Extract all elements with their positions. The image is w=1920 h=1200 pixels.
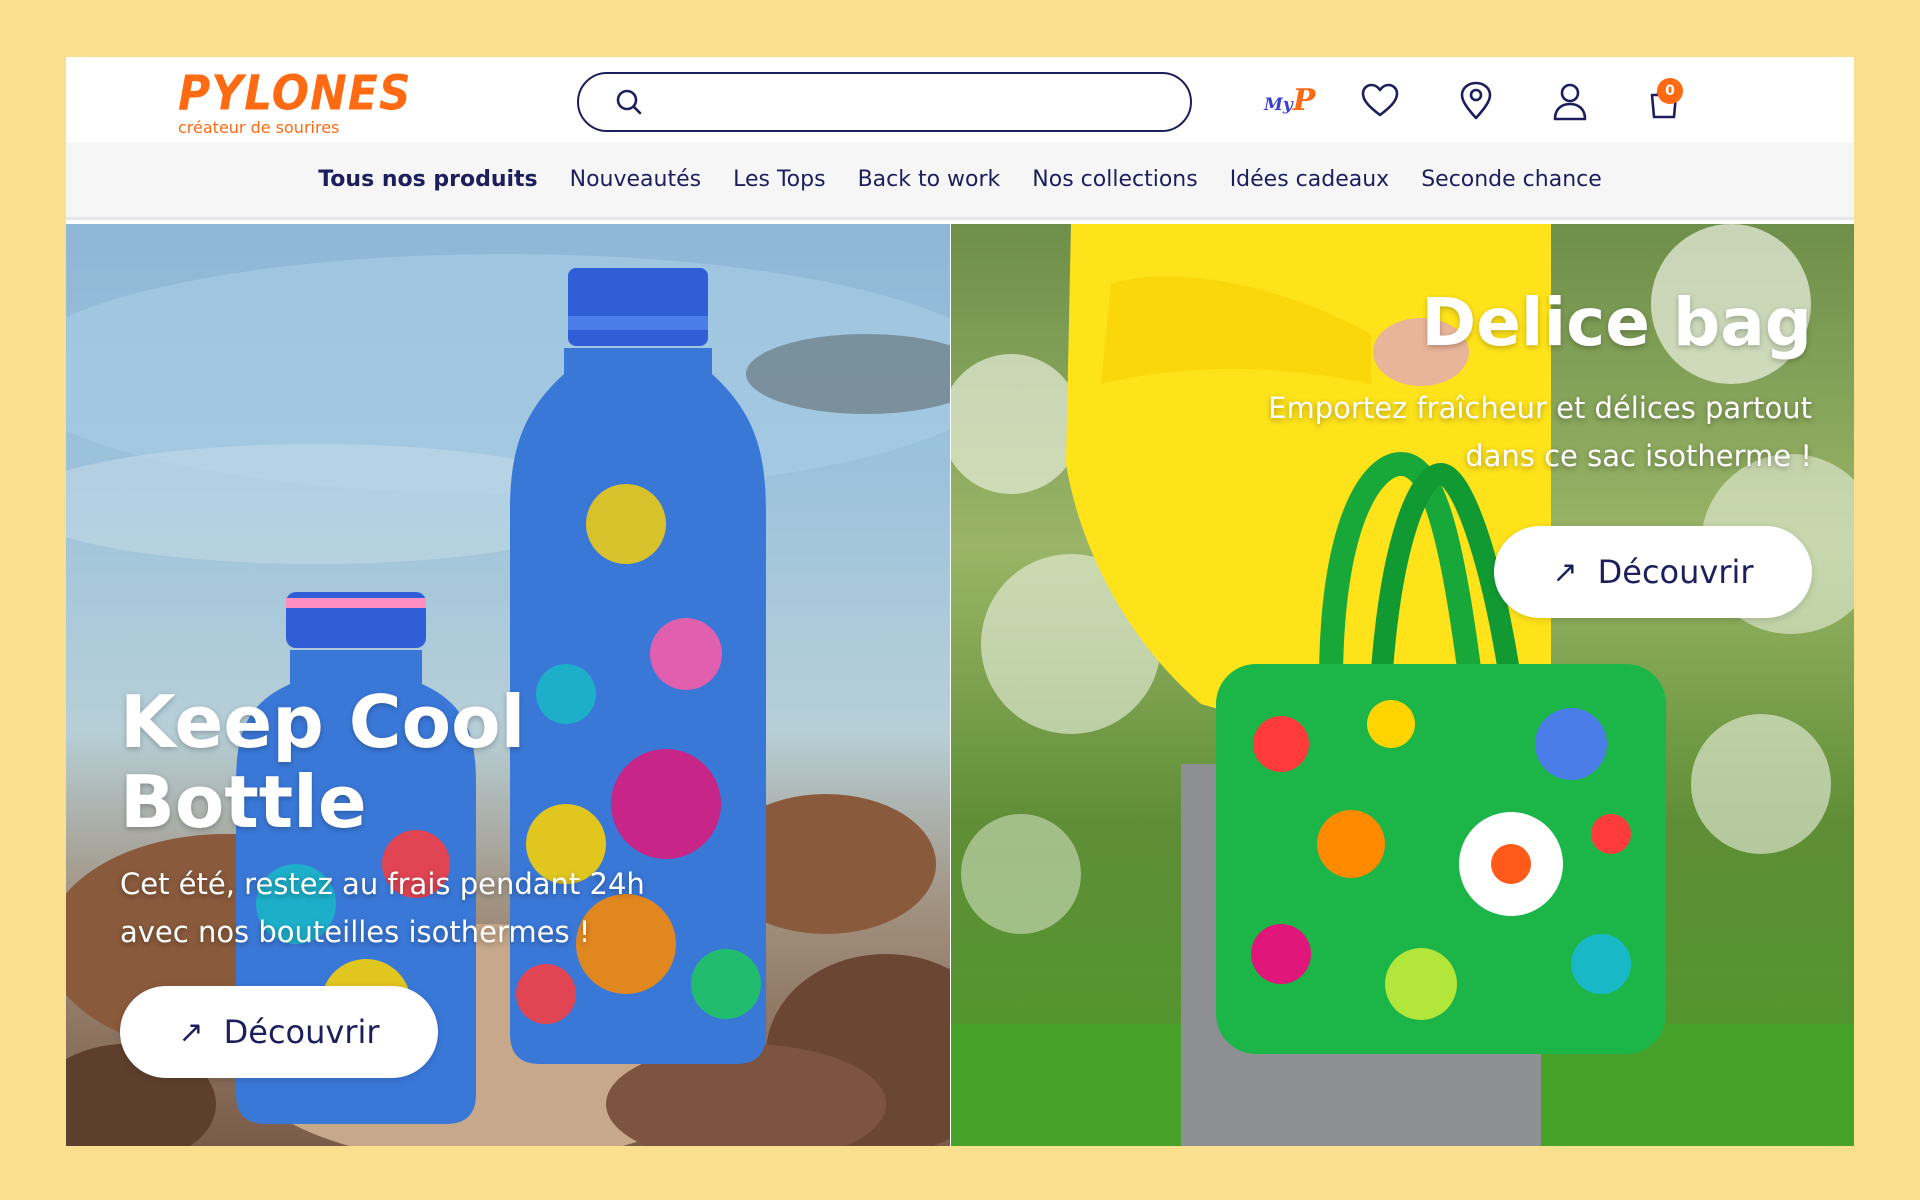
myp-logo-p: P — [1292, 83, 1316, 118]
user-icon[interactable] — [1550, 81, 1590, 121]
cart-count-badge: 0 — [1657, 78, 1683, 104]
nav-item-second-chance[interactable]: Seconde chance — [1421, 167, 1602, 192]
heart-icon[interactable] — [1360, 81, 1400, 121]
page-frame: PYLONES créateur de sourires MyP 0 Tous … — [66, 57, 1854, 1146]
arrow-up-right-icon: ↗ — [1552, 554, 1578, 590]
nav-item-back-to-work[interactable]: Back to work — [858, 167, 1001, 192]
brand-name: PYLONES — [178, 65, 412, 122]
discover-button[interactable]: ↗ Découvrir — [1494, 526, 1812, 618]
banner-subtitle-line1: Emportez fraîcheur et délices partout — [1268, 391, 1812, 425]
banner-delice-bag[interactable]: Delice bag Emportez fraîcheur et délices… — [951, 224, 1854, 1146]
banner-title-line1: Keep Cool — [120, 680, 526, 764]
discover-button-label: Découvrir — [223, 1013, 380, 1051]
nav-item-tops[interactable]: Les Tops — [733, 167, 825, 192]
nav-item-new[interactable]: Nouveautés — [570, 167, 701, 192]
nav-item-all-products[interactable]: Tous nos produits — [318, 167, 537, 192]
banner-title: Delice bag — [1421, 284, 1812, 361]
brand-logo[interactable]: PYLONES créateur de sourires — [178, 65, 412, 137]
search-bar[interactable] — [577, 72, 1192, 132]
location-icon[interactable] — [1456, 81, 1496, 121]
banner-subtitle-line1: Cet été, restez au frais pendant 24h — [120, 867, 645, 901]
arrow-up-right-icon: ↗ — [178, 1014, 204, 1050]
discover-button-label: Découvrir — [1597, 553, 1754, 591]
header: PYLONES créateur de sourires MyP 0 — [66, 57, 1854, 142]
search-input[interactable] — [657, 90, 1190, 114]
myp-logo-m: My — [1264, 95, 1293, 115]
banner-subtitle-line2: avec nos bouteilles isothermes ! — [120, 915, 591, 949]
bag-photo — [951, 224, 1854, 1146]
banner-subtitle-line2: dans ce sac isotherme ! — [1465, 439, 1812, 473]
nav-item-collections[interactable]: Nos collections — [1032, 167, 1197, 192]
banner-title-line2: Bottle — [120, 760, 367, 844]
main-nav: Tous nos produits Nouveautés Les Tops Ba… — [66, 142, 1854, 220]
myp-logo[interactable]: MyP — [1264, 83, 1315, 118]
discover-button[interactable]: ↗ Découvrir — [120, 986, 438, 1078]
nav-item-gift-ideas[interactable]: Idées cadeaux — [1230, 167, 1390, 192]
banner-keep-cool-bottle[interactable]: Keep Cool Bottle Cet été, restez au frai… — [66, 224, 950, 1146]
search-icon[interactable] — [615, 88, 643, 116]
